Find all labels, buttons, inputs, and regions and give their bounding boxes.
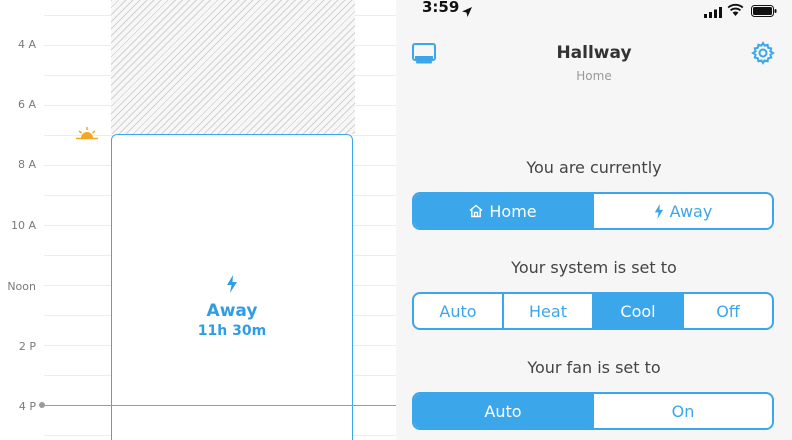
sunrise-icon	[76, 125, 98, 144]
system-off-button[interactable]: Off	[682, 294, 772, 328]
bolt-icon	[654, 203, 664, 219]
unscheduled-hatch-area	[111, 0, 355, 134]
system-segmented-control: Auto Heat Cool Off	[412, 292, 774, 330]
fan-on-button[interactable]: On	[592, 394, 772, 428]
mode-segmented-control: Home Away	[412, 192, 774, 230]
status-time: 3:59	[422, 0, 460, 16]
time-label: 4 A	[17, 38, 36, 51]
mode-section-label: You are currently	[526, 158, 662, 177]
fan-segmented-control: Auto On	[412, 392, 774, 430]
wifi-icon	[727, 1, 744, 20]
block-duration: 11h 30m	[197, 323, 267, 339]
status-bar: 3:59	[396, 0, 792, 18]
mode-away-button[interactable]: Away	[592, 194, 772, 228]
cellular-signal-icon	[704, 3, 722, 22]
fan-section-label: Your fan is set to	[527, 358, 661, 377]
schedule-timeline: 4 A 6 A 8 A 10 A Noon 2 P 4 P Away 11h 3…	[0, 0, 396, 440]
mode-home-label: Home	[489, 201, 537, 221]
location-arrow-icon	[462, 2, 472, 21]
battery-icon	[751, 2, 777, 21]
thermostat-screen: 3:59 Hallway Home You are currently Home…	[396, 0, 792, 440]
mode-away-label: Away	[669, 201, 713, 221]
system-section-label: Your system is set to	[511, 258, 677, 277]
time-label: 6 A	[17, 98, 36, 111]
page-title: Hallway	[556, 43, 632, 63]
system-heat-button[interactable]: Heat	[502, 294, 592, 328]
house-icon	[469, 204, 483, 218]
fan-auto-button[interactable]: Auto	[414, 394, 592, 428]
away-schedule-block[interactable]: Away 11h 30m	[111, 134, 353, 440]
current-time-dot	[39, 402, 45, 408]
block-title: Away	[206, 301, 258, 321]
system-cool-button[interactable]: Cool	[592, 294, 682, 328]
mode-home-button[interactable]: Home	[414, 194, 592, 228]
block-content: Away 11h 30m	[112, 275, 352, 339]
time-label: Noon	[7, 280, 36, 293]
time-label: 2 P	[18, 340, 36, 353]
gear-icon[interactable]	[751, 41, 775, 69]
bolt-icon	[226, 275, 238, 297]
system-auto-button[interactable]: Auto	[414, 294, 502, 328]
current-time-line	[44, 405, 396, 406]
time-label: 10 A	[10, 219, 36, 232]
page-subtitle: Home	[576, 69, 612, 83]
time-label: 8 A	[17, 158, 36, 171]
time-label: 4 P	[18, 400, 36, 413]
